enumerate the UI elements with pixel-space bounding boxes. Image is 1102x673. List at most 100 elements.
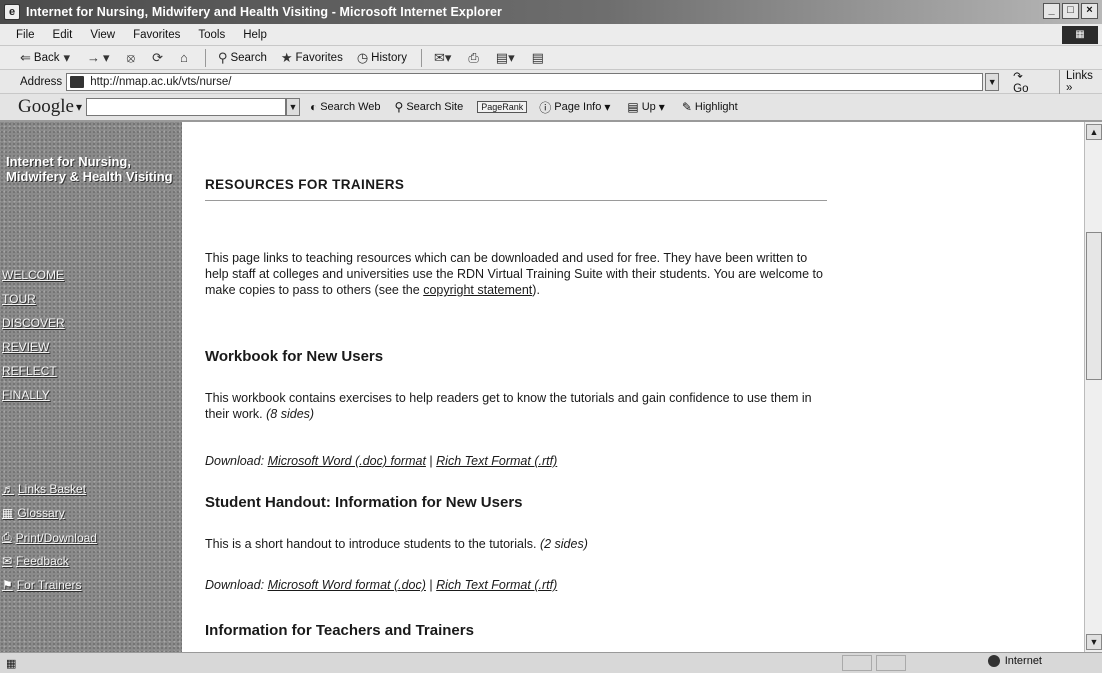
section-teachers-title: Information for Teachers and Trainers bbox=[205, 622, 474, 639]
vertical-scrollbar[interactable]: ▲ ▼ bbox=[1084, 122, 1102, 652]
close-button[interactable]: × bbox=[1081, 3, 1098, 19]
back-arrow-icon: ⇐ bbox=[20, 49, 31, 65]
forward-button[interactable]: → ▾ bbox=[87, 50, 113, 66]
word-icon: ▤▾ bbox=[495, 49, 515, 65]
history-button[interactable]: ◷ History bbox=[357, 50, 407, 66]
page-info-button[interactable]: ⓘ Page Info ▾ bbox=[539, 99, 613, 116]
menu-favorites[interactable]: Favorites bbox=[133, 29, 180, 41]
intro-end: ). bbox=[532, 283, 540, 297]
discuss-button[interactable]: ▤ bbox=[532, 50, 547, 66]
standard-toolbar: ⇐ Back ▾ → ▾ ⦻ ⟳ ⌂ ⚲ Search ★ Favorites … bbox=[0, 46, 1102, 70]
printer-icon: ⎙ bbox=[2, 530, 12, 544]
search-icon: ⚲ bbox=[217, 49, 228, 65]
toolbar-separator bbox=[204, 48, 206, 67]
nav-discover[interactable]: DISCOVER bbox=[2, 316, 65, 330]
workbook-download-row: Download: Microsoft Word (.doc) format |… bbox=[205, 454, 557, 468]
go-button[interactable]: ↷ Go bbox=[1013, 69, 1041, 95]
scroll-down-button[interactable]: ▼ bbox=[1086, 634, 1102, 650]
workbook-sides: (8 sides) bbox=[266, 407, 315, 421]
link-separator: | bbox=[429, 578, 433, 592]
mail-button[interactable]: ✉▾ bbox=[434, 50, 454, 66]
nav-reflect[interactable]: REFLECT bbox=[2, 364, 57, 378]
glossary-icon: ▦ bbox=[2, 506, 14, 520]
maximize-button[interactable]: □ bbox=[1062, 3, 1079, 19]
menu-file[interactable]: File bbox=[16, 29, 35, 41]
envelope-icon: ✉ bbox=[2, 554, 13, 568]
print-button[interactable]: ⎙ bbox=[468, 50, 481, 66]
highlight-button[interactable]: ✎ Highlight bbox=[682, 100, 738, 114]
go-arrow-icon: ↷ bbox=[1013, 70, 1023, 83]
address-bar: Address http://nmap.ac.uk/vts/nurse/ ▼ ↷… bbox=[0, 69, 1102, 95]
address-input[interactable]: http://nmap.ac.uk/vts/nurse/ bbox=[66, 72, 984, 91]
scroll-up-button[interactable]: ▲ bbox=[1086, 124, 1102, 140]
download-label: Download: bbox=[205, 454, 265, 468]
search-button[interactable]: ⚲ Search bbox=[218, 50, 267, 66]
search-site-button[interactable]: ⚲ Search Site bbox=[395, 100, 464, 114]
search-web-button[interactable]: ◐ Search Web bbox=[310, 100, 381, 114]
intro-paragraph: This page links to teaching resources wh… bbox=[205, 250, 825, 298]
print-download-link[interactable]: ⎙ Print/Download bbox=[2, 530, 97, 545]
pagerank-indicator[interactable]: PageRank bbox=[477, 101, 528, 113]
search-label: Search bbox=[230, 51, 267, 64]
trainer-icon: ⚑ bbox=[2, 578, 13, 592]
handout-rtf-link[interactable]: Rich Text Format (.rtf) bbox=[436, 578, 557, 592]
google-menu-dropdown-icon[interactable]: ▾ bbox=[76, 100, 82, 114]
up-button[interactable]: ▤ Up ▾ bbox=[627, 100, 667, 114]
back-label: Back bbox=[33, 51, 60, 64]
highlight-label: Highlight bbox=[694, 101, 738, 113]
menu-tools[interactable]: Tools bbox=[198, 29, 225, 41]
for-trainers-link[interactable]: ⚑ For Trainers bbox=[2, 578, 81, 592]
google-logo[interactable]: Google bbox=[18, 96, 74, 118]
up-icon: ▤ bbox=[627, 100, 639, 114]
page-icon bbox=[70, 75, 85, 88]
workbook-rtf-link[interactable]: Rich Text Format (.rtf) bbox=[436, 454, 557, 468]
print-icon: ⎙ bbox=[468, 49, 479, 65]
edit-button[interactable]: ▤▾ bbox=[496, 50, 518, 66]
menu-edit[interactable]: Edit bbox=[53, 29, 73, 41]
feedback-link[interactable]: ✉ Feedback bbox=[2, 554, 69, 568]
window-title: Internet for Nursing, Midwifery and Heal… bbox=[26, 5, 502, 19]
nav-finally[interactable]: FINALLY bbox=[2, 388, 50, 402]
favorites-button[interactable]: ★ Favorites bbox=[281, 50, 343, 66]
links-basket-link[interactable]: ♬ Links Basket bbox=[2, 482, 86, 496]
history-label: History bbox=[371, 51, 407, 64]
toolbar-separator bbox=[420, 48, 422, 67]
globe-icon bbox=[987, 655, 1000, 667]
handout-word-link[interactable]: Microsoft Word format (.doc) bbox=[268, 578, 426, 592]
address-dropdown[interactable]: ▼ bbox=[985, 72, 1000, 91]
print-download-label: Print/Download bbox=[15, 530, 97, 545]
home-button[interactable]: ⌂ bbox=[180, 50, 191, 65]
copyright-link[interactable]: copyright statement bbox=[423, 283, 532, 297]
address-label: Address bbox=[20, 75, 63, 88]
stop-icon: ⦻ bbox=[126, 49, 136, 65]
workbook-word-link[interactable]: Microsoft Word (.doc) format bbox=[268, 454, 426, 468]
ie-icon: e bbox=[4, 4, 20, 20]
scroll-thumb[interactable] bbox=[1086, 232, 1102, 380]
history-icon: ◷ bbox=[356, 49, 369, 65]
search-site-icon: ⚲ bbox=[394, 100, 404, 114]
zone-label: Internet bbox=[1004, 655, 1042, 667]
favorites-label: Favorites bbox=[295, 51, 343, 64]
site-sidebar: Internet for Nursing, Midwifery & Health… bbox=[0, 122, 182, 652]
for-trainers-label: For Trainers bbox=[16, 578, 82, 592]
status-pane bbox=[842, 655, 872, 671]
address-url: http://nmap.ac.uk/vts/nurse/ bbox=[90, 75, 232, 88]
main-content: RESOURCES FOR TRAINERS This page links t… bbox=[182, 122, 1084, 652]
site-title[interactable]: Internet for Nursing, Midwifery & Health… bbox=[6, 154, 176, 184]
minimize-button[interactable]: _ bbox=[1043, 3, 1060, 19]
menu-help[interactable]: Help bbox=[243, 29, 267, 41]
glossary-link[interactable]: ▦ Glossary bbox=[2, 506, 65, 520]
nav-tour[interactable]: TOUR bbox=[2, 292, 36, 306]
page-done-icon: ▦ bbox=[6, 657, 17, 670]
stop-button[interactable]: ⦻ bbox=[127, 50, 139, 66]
back-button[interactable]: ⇐ Back ▾ bbox=[20, 50, 73, 66]
nav-welcome[interactable]: WELCOME bbox=[2, 268, 64, 282]
links-basket-label: Links Basket bbox=[18, 482, 87, 496]
feedback-label: Feedback bbox=[16, 554, 69, 568]
links-button[interactable]: Links » bbox=[1059, 69, 1102, 94]
nav-review[interactable]: REVIEW bbox=[2, 340, 49, 354]
google-search-input[interactable] bbox=[85, 98, 286, 116]
menu-view[interactable]: View bbox=[90, 29, 115, 41]
refresh-button[interactable]: ⟳ bbox=[152, 50, 166, 66]
google-search-dropdown[interactable]: ▼ bbox=[285, 98, 300, 116]
